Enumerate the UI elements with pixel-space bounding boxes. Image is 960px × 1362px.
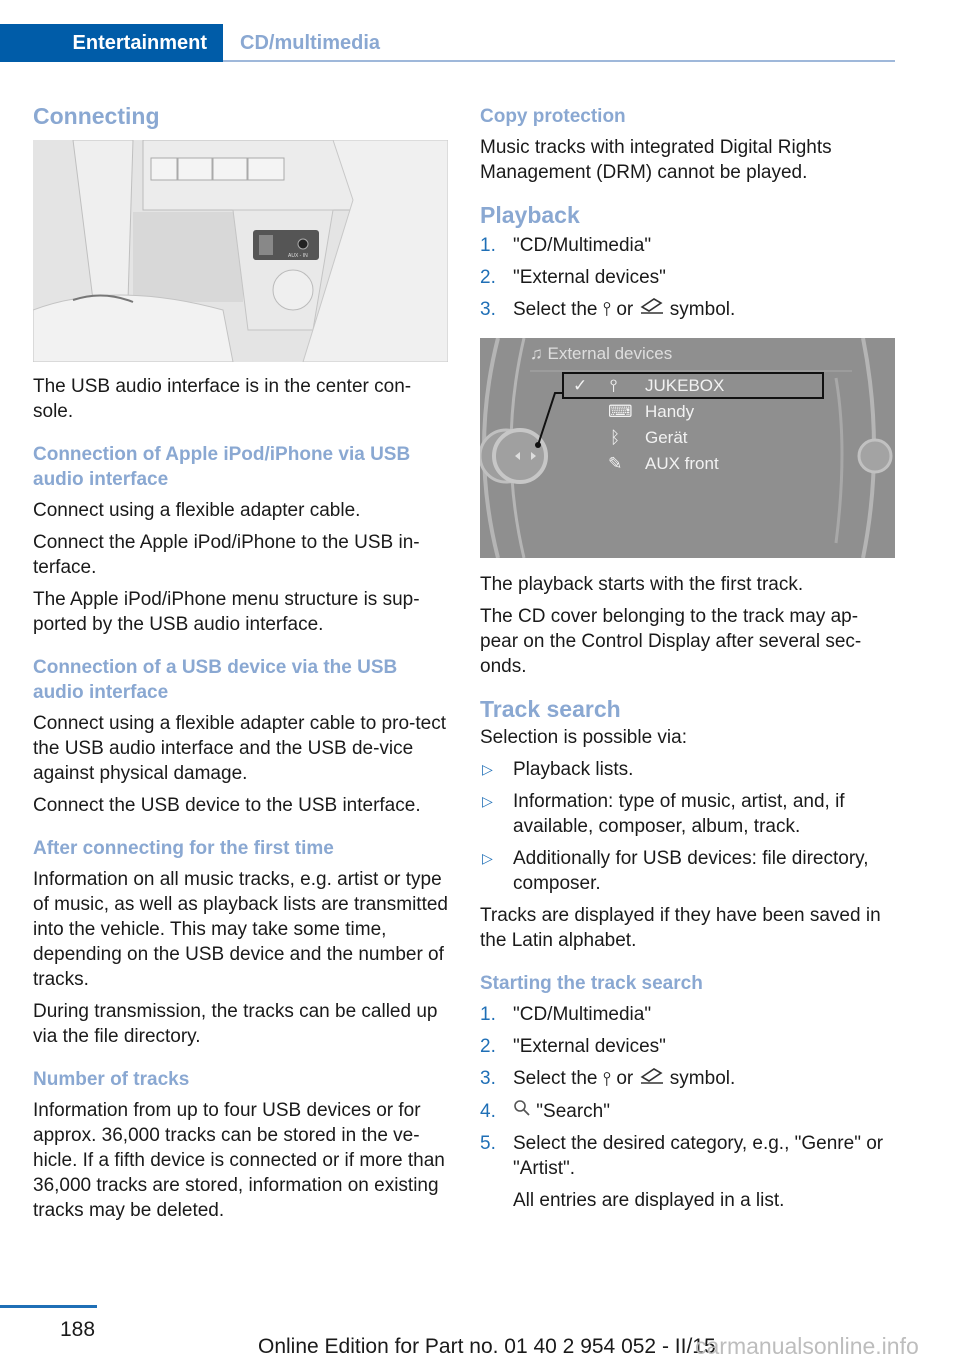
header-rule — [223, 60, 895, 62]
phone-icon: ⌨ — [608, 402, 633, 422]
paragraph: Selection is possible via: — [480, 727, 687, 749]
subheading-number-of-tracks: Number of tracks — [33, 1069, 190, 1090]
selection-bullets: ▷ Playback lists. ▷ Information: type of m… — [480, 757, 895, 896]
list-item: ▷ Playback lists. — [482, 759, 634, 781]
paragraph: Information on all music tracks, e.g. ar… — [33, 869, 448, 990]
list-item: ▷ Information: type of music, artist, and… — [482, 791, 845, 838]
phone-icon — [639, 1067, 665, 1092]
step-result: All entries are displayed in a list. — [513, 1190, 785, 1212]
usb-icon: ⫯ — [602, 1068, 612, 1090]
center-console-illustration: AUX - IN — [33, 140, 448, 362]
footer-rule — [0, 1305, 97, 1308]
search-icon — [513, 1099, 531, 1124]
device-item-aux-front[interactable]: ✎ AUX front — [570, 451, 810, 477]
section-title-connecting: Connecting — [33, 103, 160, 129]
section-title-playback: Playback — [480, 202, 580, 228]
subheading-first-time: After connecting for the first time — [33, 838, 334, 859]
usb-icon: ⫯ — [610, 376, 618, 396]
device-item-handy[interactable]: ⌨ Handy — [570, 399, 810, 425]
paragraph: Music tracks with integrated Digital Rig… — [480, 137, 832, 183]
paragraph: The CD cover belonging to the track may … — [480, 606, 862, 678]
triangle-bullet-icon: ▷ — [482, 793, 493, 810]
step-item: 3. Select the ⫯ or symbol. — [480, 297, 736, 322]
step-item: 2. "External devices" — [480, 267, 666, 288]
device-item-jukebox[interactable]: ✓ ⫯ JUKEBOX — [570, 373, 810, 399]
step-item: 2. "External devices" — [480, 1036, 666, 1058]
step-item: 1. "CD/Multimedia" — [480, 235, 652, 256]
paragraph: Connect the Apple iPod/iPhone to the USB… — [33, 532, 420, 578]
list-item: ▷ Additionally for USB devices: file dire… — [482, 848, 869, 895]
screen-title: ♫ External devices — [530, 344, 673, 364]
paragraph: Tracks are displayed if they have been s… — [480, 905, 881, 952]
edition-note: Online Edition for Part no. 01 40 2 954 … — [258, 1335, 716, 1358]
paragraph: Connect the USB device to the USB interf… — [33, 795, 421, 816]
paragraph: Information from up to four USB devices … — [33, 1100, 445, 1221]
paragraph: Connect using a flexible adapter cable. — [33, 500, 361, 521]
section-tab: CD/multimedia — [240, 32, 381, 54]
step-item: 4. "Search" — [480, 1099, 895, 1124]
step-item: 3. Select the ⫯ or symbol. — [480, 1067, 736, 1092]
step-item: 1. "CD/Multimedia" — [480, 1004, 652, 1026]
subheading-starting-search: Starting the track search — [480, 973, 703, 995]
playback-steps: 1. "CD/Multimedia" 2. "External devices" 3… — [480, 233, 895, 322]
subheading-copy-protection: Copy protection — [480, 106, 626, 127]
intro-text: The USB audio interface is in the center… — [33, 376, 412, 422]
bluetooth-icon: ᛒ — [610, 428, 621, 448]
music-menu-icon: ♫ — [530, 344, 543, 364]
external-devices-screen: ♫ External devices ✓ ⫯ JUKEBOX ⌨ Handy ᛒ… — [480, 338, 895, 559]
subheading-ipod: Connection of Apple iPod/iPhone via USB … — [33, 444, 411, 490]
right-column: Copy protection Music tracks with integr… — [480, 100, 895, 1220]
triangle-bullet-icon: ▷ — [482, 761, 493, 778]
chapter-tab: Entertainment — [0, 24, 223, 62]
section-title-track-search: Track search — [480, 696, 621, 723]
device-list: ✓ ⫯ JUKEBOX ⌨ Handy ᛒ Gerät ✎ AUX front — [570, 373, 810, 477]
aux-plug-icon: ✎ — [608, 454, 623, 474]
phone-icon — [639, 297, 665, 322]
paragraph: Connect using a flexible adapter cable t… — [33, 713, 446, 784]
paragraph: The playback starts with the first track… — [480, 574, 804, 596]
usb-icon: ⫯ — [602, 299, 612, 321]
paragraph: During transmission, the tracks can be c… — [33, 1001, 438, 1047]
subheading-usb-device: Connection of a USB device via the USB a… — [33, 657, 398, 703]
page-header: Entertainment CD/multimedia — [0, 24, 895, 62]
center-console-photo: AUX - IN — [33, 140, 448, 362]
search-steps: 1. "CD/Multimedia" 2. "External devices" 3… — [480, 1002, 895, 1213]
watermark: carmanualsonline.info — [695, 1333, 919, 1359]
page-number: 188 — [60, 1318, 96, 1341]
paragraph: The Apple iPod/iPhone menu structure is … — [33, 589, 420, 635]
check-icon: ✓ — [573, 376, 588, 396]
step-item: 5. Select the desired category, e.g., "Ge… — [480, 1131, 895, 1213]
triangle-bullet-icon: ▷ — [482, 850, 493, 867]
device-item-geraet[interactable]: ᛒ Gerät — [570, 425, 810, 451]
left-column: Connecting AUX - IN The USB audio interf… — [33, 100, 448, 1230]
aux-in-label: AUX - IN — [288, 253, 308, 259]
